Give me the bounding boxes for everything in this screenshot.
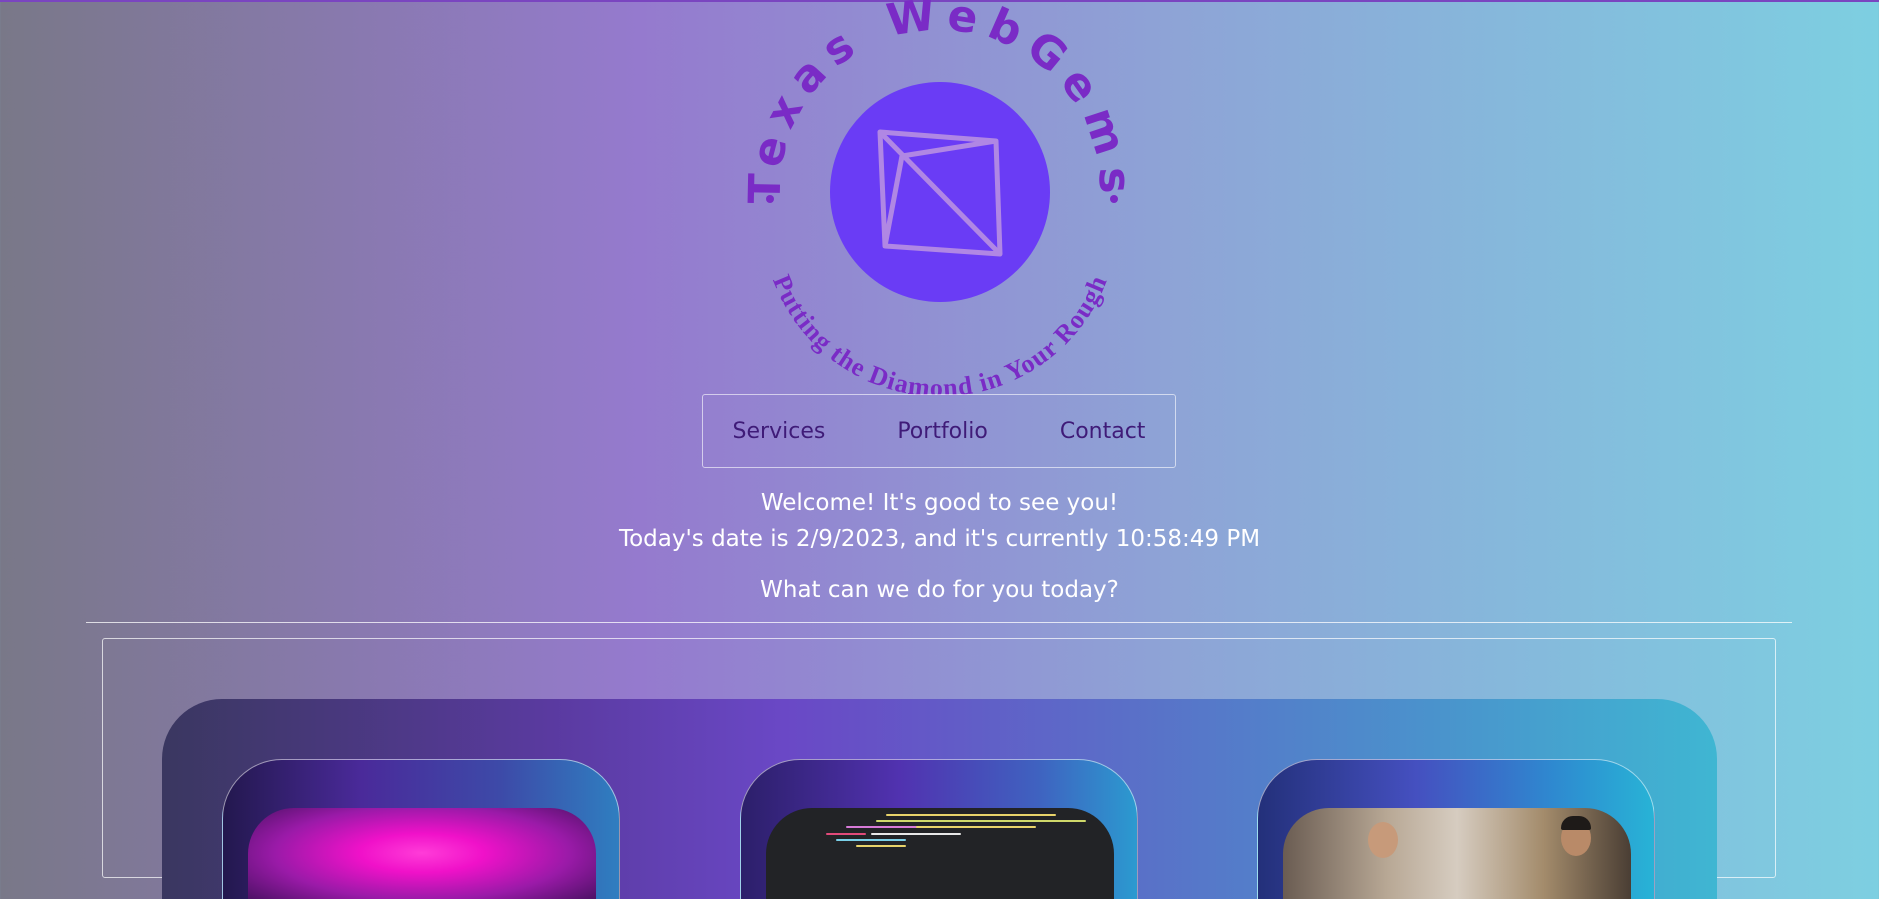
card-image-neon xyxy=(248,808,596,899)
main-nav: Services Portfolio Contact xyxy=(702,394,1176,468)
service-card-1[interactable] xyxy=(222,759,620,899)
nav-portfolio[interactable]: Portfolio xyxy=(897,419,988,444)
card-image-team xyxy=(1283,808,1631,899)
service-card-2[interactable] xyxy=(740,759,1138,899)
welcome-question: What can we do for you today? xyxy=(760,577,1119,603)
card-image-code xyxy=(766,808,1114,899)
welcome-greeting: Welcome! It's good to see you! xyxy=(760,490,1119,516)
service-card-3[interactable] xyxy=(1257,759,1655,899)
section-divider xyxy=(86,622,1792,623)
nav-services[interactable]: Services xyxy=(733,419,826,444)
welcome-datetime: Today's date is 2/9/2023, and it's curre… xyxy=(618,526,1261,552)
nav-contact[interactable]: Contact xyxy=(1060,419,1146,444)
logo: Texas WebGems Putting the Diamond in You… xyxy=(740,0,1131,395)
